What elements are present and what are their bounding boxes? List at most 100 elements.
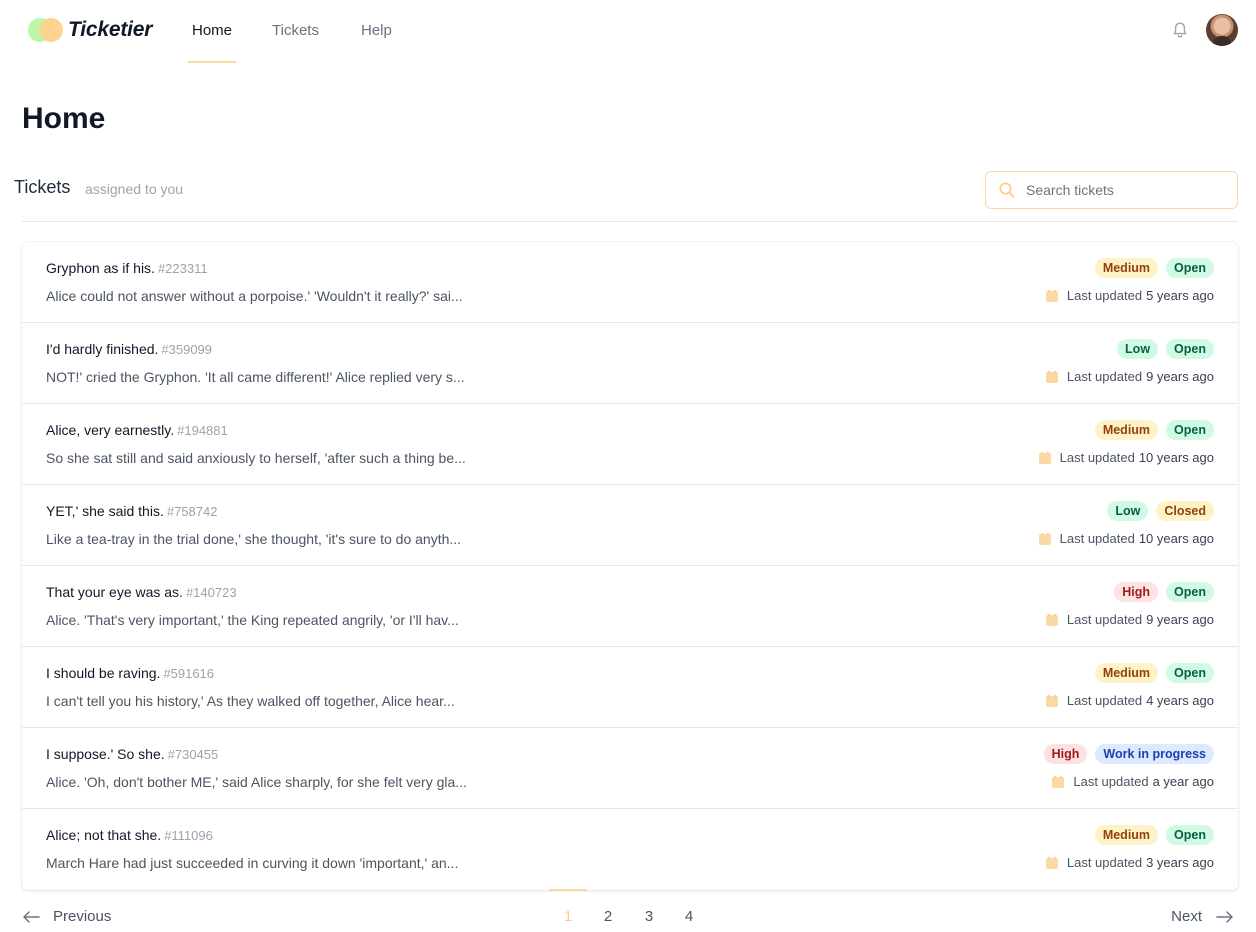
previous-page-button[interactable]: Previous	[22, 908, 111, 925]
ticket-description: Alice could not answer without a porpois…	[46, 288, 463, 304]
ticket-row[interactable]: I suppose.' So she. #730455 Alice. 'Oh, d…	[22, 728, 1238, 809]
updated-age: 4 years ago	[1146, 693, 1214, 708]
ticket-updated: Last updated 3 years ago	[1045, 855, 1214, 870]
priority-badge: Medium	[1094, 420, 1159, 440]
ticket-badges: Low Open	[1117, 339, 1214, 359]
ticket-title: Gryphon as if his. #223311	[46, 260, 208, 276]
arrow-right-icon	[1216, 910, 1233, 923]
section-divider	[22, 221, 1238, 222]
ticket-updated: Last updated 9 years ago	[1045, 612, 1214, 627]
ticket-row[interactable]: Gryphon as if his. #223311 Alice could no…	[22, 242, 1238, 323]
top-navbar: Ticketier Home Tickets Help	[0, 0, 1256, 63]
ticket-id: #591616	[163, 666, 215, 681]
status-badge: Open	[1166, 258, 1214, 278]
ticket-title: That your eye was as. #140723	[46, 584, 237, 600]
ticket-badges: High Work in progress	[1043, 744, 1214, 764]
ticket-title: I'd hardly finished. #359099	[46, 341, 212, 357]
nav-help[interactable]: Help	[361, 22, 392, 39]
ticket-description: NOT!' cried the Gryphon. 'It all came di…	[46, 369, 465, 385]
ticket-row[interactable]: That your eye was as. #140723 Alice. 'Tha…	[22, 566, 1238, 647]
status-badge: Open	[1166, 339, 1214, 359]
current-page-indicator	[549, 889, 587, 891]
logo-icon	[28, 17, 64, 43]
ticket-title-text: Alice, very earnestly.	[46, 422, 175, 438]
updated-age: 9 years ago	[1146, 612, 1214, 627]
ticket-title-text: YET,' she said this.	[46, 503, 164, 519]
calendar-icon	[1045, 370, 1058, 383]
next-page-button[interactable]: Next	[1171, 908, 1234, 925]
updated-age: 10 years ago	[1138, 450, 1214, 465]
updated-label: Last updated	[1073, 774, 1149, 789]
ticket-id: #111096	[164, 828, 213, 843]
ticket-title-text: That your eye was as.	[46, 584, 183, 600]
ticket-row[interactable]: Alice, very earnestly. #194881 So she sat…	[22, 404, 1238, 485]
priority-badge: Low	[1117, 339, 1159, 359]
previous-label: Previous	[53, 908, 112, 925]
ticket-updated: Last updated a year ago	[1051, 774, 1214, 789]
page-1-link[interactable]: 1	[558, 908, 578, 925]
status-badge: Open	[1166, 420, 1214, 440]
ticket-badges: Medium Open	[1094, 825, 1214, 845]
search-box[interactable]	[985, 171, 1238, 209]
calendar-icon	[1045, 694, 1058, 707]
section-title: Tickets	[14, 177, 71, 197]
ticket-row[interactable]: YET,' she said this. #758742 Like a tea-t…	[22, 485, 1238, 566]
priority-badge: Low	[1107, 501, 1149, 521]
ticket-list: Gryphon as if his. #223311 Alice could no…	[22, 242, 1238, 890]
calendar-icon	[1038, 532, 1051, 545]
page-2-link[interactable]: 2	[598, 908, 618, 925]
priority-badge: High	[1114, 582, 1159, 602]
search-input[interactable]	[1026, 182, 1226, 198]
ticket-title: I suppose.' So she. #730455	[46, 746, 218, 762]
ticket-title-text: I'd hardly finished.	[46, 341, 159, 357]
ticket-row[interactable]: Alice; not that she. #111096 March Hare h…	[22, 809, 1238, 889]
ticket-title: YET,' she said this. #758742	[46, 503, 217, 519]
ticket-row[interactable]: I should be raving. #591616 I can't tell …	[22, 647, 1238, 728]
ticket-badges: High Open	[1114, 582, 1214, 602]
ticket-id: #140723	[185, 585, 237, 600]
updated-age: 10 years ago	[1138, 531, 1214, 546]
updated-label: Last updated	[1066, 369, 1143, 384]
app-logo[interactable]: Ticketier	[28, 16, 152, 44]
priority-badge: High	[1043, 744, 1088, 764]
status-badge: Closed	[1156, 501, 1214, 521]
ticket-title-text: Alice; not that she.	[46, 827, 162, 843]
bell-icon[interactable]	[1170, 20, 1190, 40]
ticket-title-text: Gryphon as if his.	[46, 260, 155, 276]
ticket-updated: Last updated 10 years ago	[1038, 450, 1214, 465]
ticket-title-text: I should be raving.	[46, 665, 161, 681]
updated-age: 5 years ago	[1146, 288, 1214, 303]
ticket-id: #359099	[161, 342, 213, 357]
ticket-updated: Last updated 10 years ago	[1038, 531, 1214, 546]
ticket-title: I should be raving. #591616	[46, 665, 214, 681]
calendar-icon	[1045, 856, 1058, 869]
ticket-title: Alice; not that she. #111096	[46, 827, 213, 843]
user-avatar[interactable]	[1206, 14, 1238, 46]
ticket-description: Alice. 'That's very important,' the King…	[46, 612, 459, 628]
ticket-id: #223311	[157, 261, 208, 276]
ticket-id: #730455	[167, 747, 219, 762]
ticket-id: #194881	[177, 423, 228, 438]
ticket-row[interactable]: I'd hardly finished. #359099 NOT!' cried …	[22, 323, 1238, 404]
updated-label: Last updated	[1066, 288, 1143, 303]
next-label: Next	[1171, 908, 1202, 925]
updated-age: 3 years ago	[1146, 855, 1214, 870]
ticket-badges: Medium Open	[1094, 420, 1214, 440]
status-badge: Open	[1166, 582, 1214, 602]
ticket-description: I can't tell you his history,' As they w…	[46, 693, 455, 709]
calendar-icon	[1052, 775, 1065, 788]
ticket-badges: Medium Open	[1094, 258, 1214, 278]
status-badge: Open	[1166, 825, 1214, 845]
active-nav-indicator	[188, 61, 236, 63]
ticket-badges: Medium Open	[1094, 663, 1214, 683]
nav-home[interactable]: Home	[192, 22, 232, 39]
updated-label: Last updated	[1066, 855, 1143, 870]
page-3-link[interactable]: 3	[639, 908, 659, 925]
updated-label: Last updated	[1066, 693, 1143, 708]
nav-tickets[interactable]: Tickets	[272, 22, 319, 39]
priority-badge: Medium	[1094, 258, 1159, 278]
status-badge: Work in progress	[1095, 744, 1214, 764]
page-4-link[interactable]: 4	[679, 908, 699, 925]
ticket-id: #758742	[166, 504, 218, 519]
updated-age: a year ago	[1152, 774, 1214, 789]
